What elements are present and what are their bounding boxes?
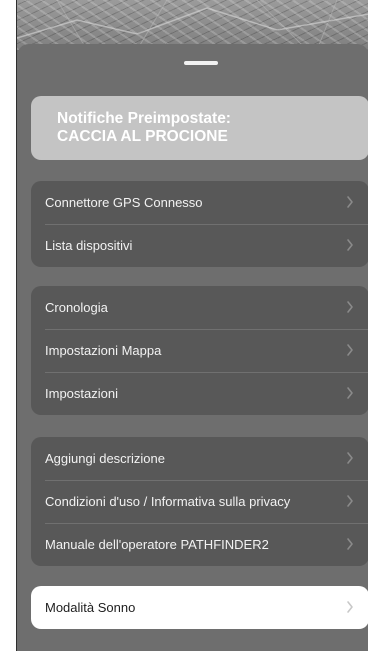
settings-sheet: Notifiche Preimpostate: CACCIA AL PROCIO… [17,44,368,651]
chevron-right-icon [347,538,353,550]
menu-item-map-settings[interactable]: Impostazioni Mappa [31,329,368,372]
app-frame: Notifiche Preimpostate: CACCIA AL PROCIO… [16,0,368,651]
chevron-right-icon [347,387,353,399]
chevron-right-icon [347,344,353,356]
preset-notifications-value: CACCIA AL PROCIONE [57,128,228,145]
menu-item-history[interactable]: Cronologia [31,286,368,329]
map-background[interactable] [17,0,368,50]
chevron-right-icon [347,452,353,464]
menu-item-add-description[interactable]: Aggiungi descrizione [31,437,368,480]
menu-item-label: Lista dispositivi [45,238,133,253]
menu-group-connection: Connettore GPS Connesso Lista dispositiv… [31,181,368,267]
map-texture [17,0,368,50]
menu-item-gps-connector[interactable]: Connettore GPS Connesso [31,181,368,224]
menu-group-info: Aggiungi descrizione Condizioni d'uso / … [31,437,368,566]
chevron-right-icon [347,239,353,251]
menu-item-label: Condizioni d'uso / Informativa sulla pri… [45,494,291,509]
menu-item-label: Manuale dell'operatore PATHFINDER2 [45,537,269,552]
menu-item-operator-manual[interactable]: Manuale dell'operatore PATHFINDER2 [31,523,368,566]
chevron-right-icon [347,301,353,313]
sleep-mode-label: Modalità Sonno [45,600,136,615]
menu-item-terms-privacy[interactable]: Condizioni d'uso / Informativa sulla pri… [31,480,368,523]
chevron-right-icon [347,495,353,507]
menu-group-settings: Cronologia Impostazioni Mappa Impostazio… [31,286,368,415]
menu-item-label: Cronologia [45,300,108,315]
drag-handle[interactable] [184,61,218,65]
menu-item-label: Aggiungi descrizione [45,451,165,466]
preset-notifications-title: Notifiche Preimpostate: [57,110,231,127]
preset-notifications-card[interactable]: Notifiche Preimpostate: CACCIA AL PROCIO… [31,96,368,160]
chevron-right-icon [347,196,353,208]
menu-item-label: Impostazioni [45,386,118,401]
chevron-right-icon [347,601,353,613]
menu-item-settings[interactable]: Impostazioni [31,372,368,415]
menu-item-label: Impostazioni Mappa [45,343,162,358]
sleep-mode-button[interactable]: Modalità Sonno [31,586,368,629]
menu-item-label: Connettore GPS Connesso [45,195,203,210]
menu-item-device-list[interactable]: Lista dispositivi [31,224,368,267]
